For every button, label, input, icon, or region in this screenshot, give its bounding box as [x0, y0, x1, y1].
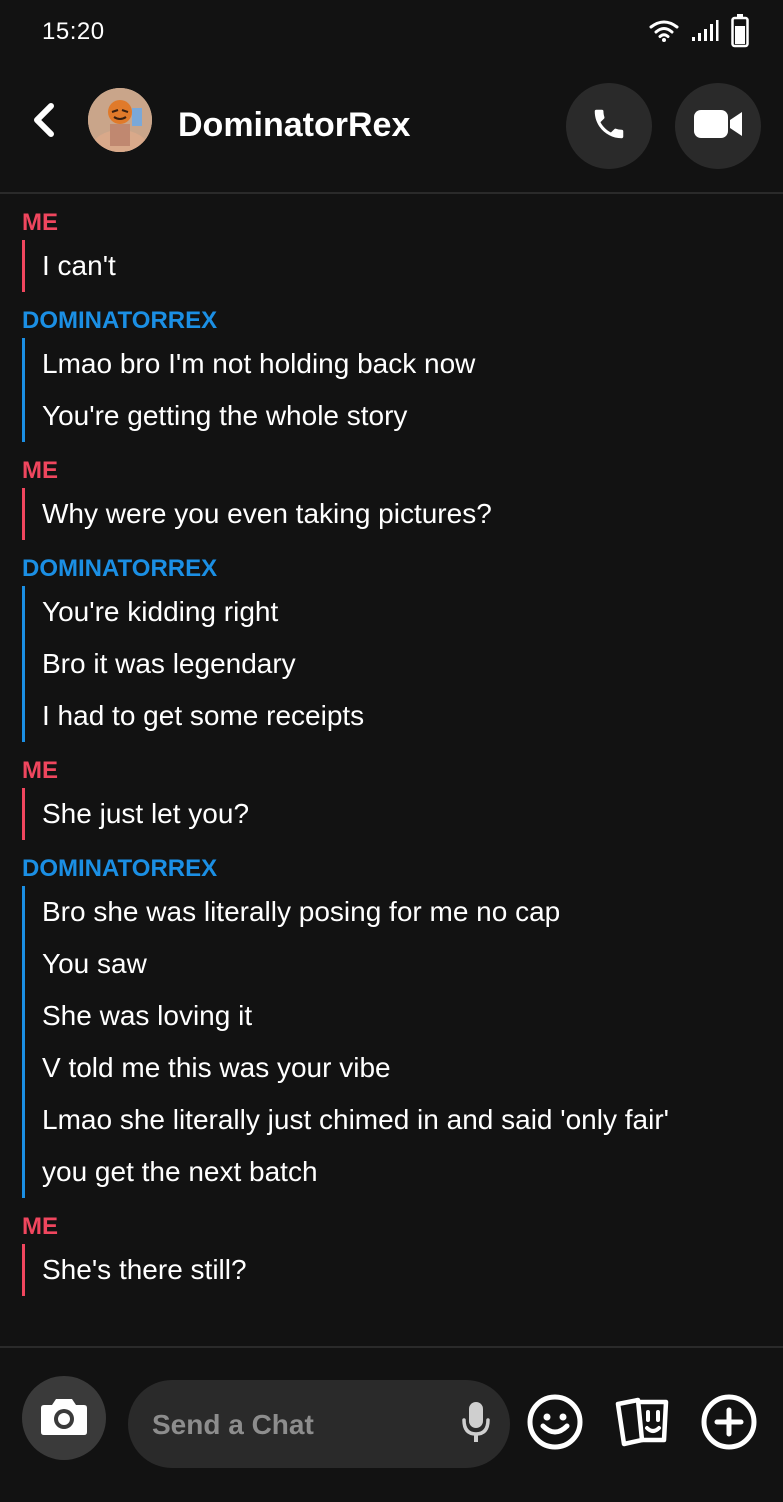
back-button[interactable]: [22, 100, 66, 144]
message-group: ME I can't: [22, 206, 783, 292]
status-icons: [649, 14, 749, 53]
signal-icon: [691, 19, 719, 48]
status-bar: 15:20: [0, 0, 783, 70]
microphone-icon: [460, 1400, 492, 1449]
message-sender: ME: [22, 209, 58, 236]
message-text[interactable]: Lmao she literally just chimed in and sa…: [42, 1094, 783, 1146]
message-block: Lmao bro I'm not holding back now You're …: [22, 338, 783, 442]
message-block: Why were you even taking pictures?: [22, 488, 783, 540]
contact-name[interactable]: DominatorRex: [178, 106, 410, 145]
video-call-button[interactable]: [675, 83, 761, 169]
message-sender: ME: [22, 457, 58, 484]
camera-button[interactable]: [22, 1376, 106, 1460]
status-time: 15:20: [42, 18, 105, 45]
wifi-icon: [649, 19, 679, 48]
message-text[interactable]: V told me this was your vibe: [42, 1042, 783, 1094]
message-text[interactable]: Bro it was legendary: [42, 638, 783, 690]
chat-input-container: [128, 1380, 510, 1470]
message-text[interactable]: She was loving it: [42, 990, 783, 1042]
message-block: She's there still?: [22, 1244, 783, 1296]
smiley-icon: [526, 1393, 584, 1456]
message-sender: ME: [22, 1213, 58, 1240]
video-camera-icon: [692, 107, 744, 146]
message-text[interactable]: Lmao bro I'm not holding back now: [42, 338, 783, 390]
add-button[interactable]: [699, 1394, 759, 1454]
message-sender: ME: [22, 757, 58, 784]
chat-input[interactable]: [150, 1380, 444, 1470]
message-text[interactable]: You're kidding right: [42, 586, 783, 638]
camera-icon: [39, 1395, 89, 1442]
message-sender: DOMINATORREX: [22, 555, 218, 582]
phone-icon: [590, 105, 628, 148]
message-block: She just let you?: [22, 788, 783, 840]
chat-header: DominatorRex: [0, 70, 783, 194]
microphone-button[interactable]: [450, 1398, 502, 1450]
message-text[interactable]: I had to get some receipts: [42, 690, 783, 742]
message-text[interactable]: Bro she was literally posing for me no c…: [42, 886, 783, 938]
message-text[interactable]: You saw: [42, 938, 783, 990]
message-group: DOMINATORREX Bro she was literally posing…: [22, 852, 783, 1198]
message-text[interactable]: She's there still?: [42, 1244, 783, 1296]
message-text[interactable]: you get the next batch: [42, 1146, 783, 1198]
message-list[interactable]: ME I can't DOMINATORREX Lmao bro I'm not ho…: [0, 194, 783, 1344]
message-block: I can't: [22, 240, 783, 292]
message-group: DOMINATORREX You're kidding right Bro it w…: [22, 552, 783, 742]
emoji-button[interactable]: [525, 1394, 585, 1454]
message-sender: DOMINATORREX: [22, 855, 218, 882]
message-group: ME She just let you?: [22, 754, 783, 840]
message-text[interactable]: Why were you even taking pictures?: [42, 488, 783, 540]
avatar[interactable]: [88, 88, 152, 152]
message-group: ME She's there still?: [22, 1210, 783, 1296]
message-text[interactable]: You're getting the whole story: [42, 390, 783, 442]
back-arrow-icon: [29, 102, 59, 143]
message-block: You're kidding right Bro it was legendary…: [22, 586, 783, 742]
stickers-icon: [612, 1396, 672, 1453]
message-group: ME Why were you even taking pictures?: [22, 454, 783, 540]
message-text[interactable]: I can't: [42, 240, 783, 292]
message-block: Bro she was literally posing for me no c…: [22, 886, 783, 1198]
message-text[interactable]: She just let you?: [42, 788, 783, 840]
message-sender: DOMINATORREX: [22, 307, 218, 334]
battery-icon: [731, 14, 749, 53]
voice-call-button[interactable]: [566, 83, 652, 169]
stickers-button[interactable]: [612, 1394, 672, 1454]
chat-composer: [0, 1346, 783, 1502]
plus-icon: [700, 1393, 758, 1456]
message-group: DOMINATORREX Lmao bro I'm not holding bac…: [22, 304, 783, 442]
